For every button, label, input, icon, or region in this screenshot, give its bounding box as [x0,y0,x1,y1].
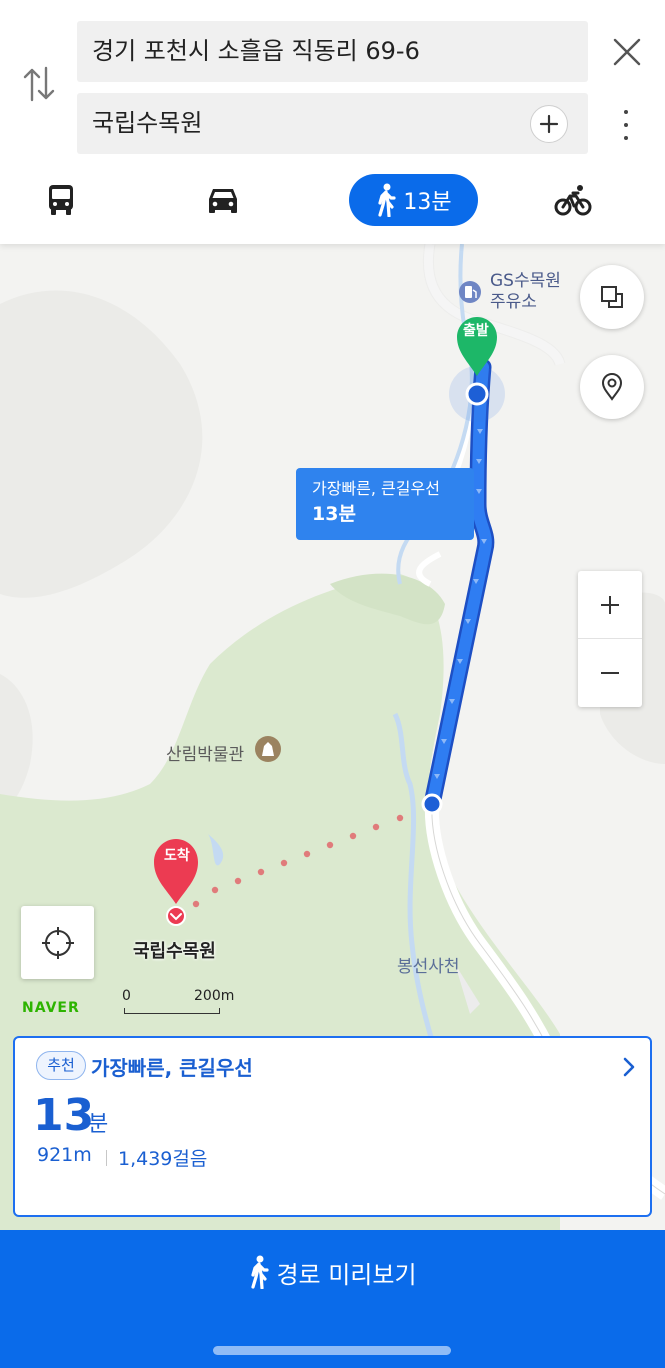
close-icon [613,38,641,66]
bubble-route-time: 13분 [312,503,356,525]
divider [106,1150,107,1166]
naver-logo: NAVER [22,1000,80,1016]
destination-text: 국립수목원 [92,109,203,137]
route-time-number: 13 [33,1090,95,1141]
car-icon [209,189,237,213]
origin-field[interactable]: 경기 포천시 소흘읍 직동리 69-6 [77,21,588,82]
plus-icon [601,595,619,614]
bubble-route-title: 가장빠른, 큰길우선 [312,479,440,498]
scale-bar: 0 200m [122,988,234,1014]
place-pin-button[interactable] [580,355,644,419]
walking-icon [378,183,396,217]
add-waypoint-button[interactable] [530,105,568,143]
origin-text: 경기 포천시 소흘읍 직동리 69-6 [92,37,420,65]
route-title: 가장빠른, 큰길우선 [91,1056,253,1080]
tab-transit[interactable] [38,174,84,226]
zoom-control [578,571,642,707]
home-indicator[interactable] [213,1346,451,1355]
my-location-button[interactable] [21,906,94,979]
crosshair-icon [41,926,74,959]
route-steps: 1,439걸음 [118,1148,208,1170]
map-pin-icon [601,372,623,401]
gas-station-label[interactable]: GS수목원 주유소 [490,271,561,313]
chevron-right-icon[interactable] [621,1056,637,1078]
walking-icon [251,1255,270,1289]
close-button[interactable] [610,35,644,69]
layers-icon [601,286,623,308]
route-info-bubble[interactable]: 가장빠른, 큰길우선 13분 [296,468,474,540]
route-time-unit: 분 [88,1112,109,1137]
route-distance: 921m [37,1144,92,1166]
bicycle-icon [554,185,592,216]
zoom-out-button[interactable] [578,639,642,707]
walk-time: 13분 [403,190,452,215]
recommend-badge: 추천 [36,1051,86,1080]
museum-label[interactable]: 산림박물관 [166,740,244,765]
gas-station-line2: 주유소 [490,292,537,312]
scale-end: 200m [194,988,235,1004]
tab-car[interactable] [200,174,246,226]
bottom-bar: 경로 미리보기 [0,1230,665,1368]
tab-bicycle[interactable] [550,174,596,226]
route-preview-button[interactable]: 경로 미리보기 [0,1230,665,1314]
destination-label[interactable]: 국립수목원 [133,937,216,963]
bus-icon [49,185,73,215]
zoom-in-button[interactable] [578,571,642,639]
gas-station-line1: GS수목원 [490,271,561,291]
end-marker-label: 도착 [164,848,190,864]
scale-start: 0 [122,988,131,1004]
swap-icon[interactable] [20,62,58,106]
stream-label[interactable]: 봉선사천 [397,952,460,977]
route-preview-label: 경로 미리보기 [276,1260,417,1289]
more-options-button[interactable] [614,106,638,144]
minus-icon [601,672,619,674]
route-search-header: 경기 포천시 소흘읍 직동리 69-6 국립수목원 13분 [0,0,665,244]
route-summary-card[interactable]: 추천 가장빠른, 큰길우선 13 분 921m 1,439걸음 [13,1036,652,1217]
layers-button[interactable] [580,265,644,329]
tab-walk[interactable]: 13분 [349,174,478,226]
destination-field[interactable]: 국립수목원 [77,93,588,154]
plus-icon [539,114,559,134]
start-marker-label: 출발 [463,323,489,339]
